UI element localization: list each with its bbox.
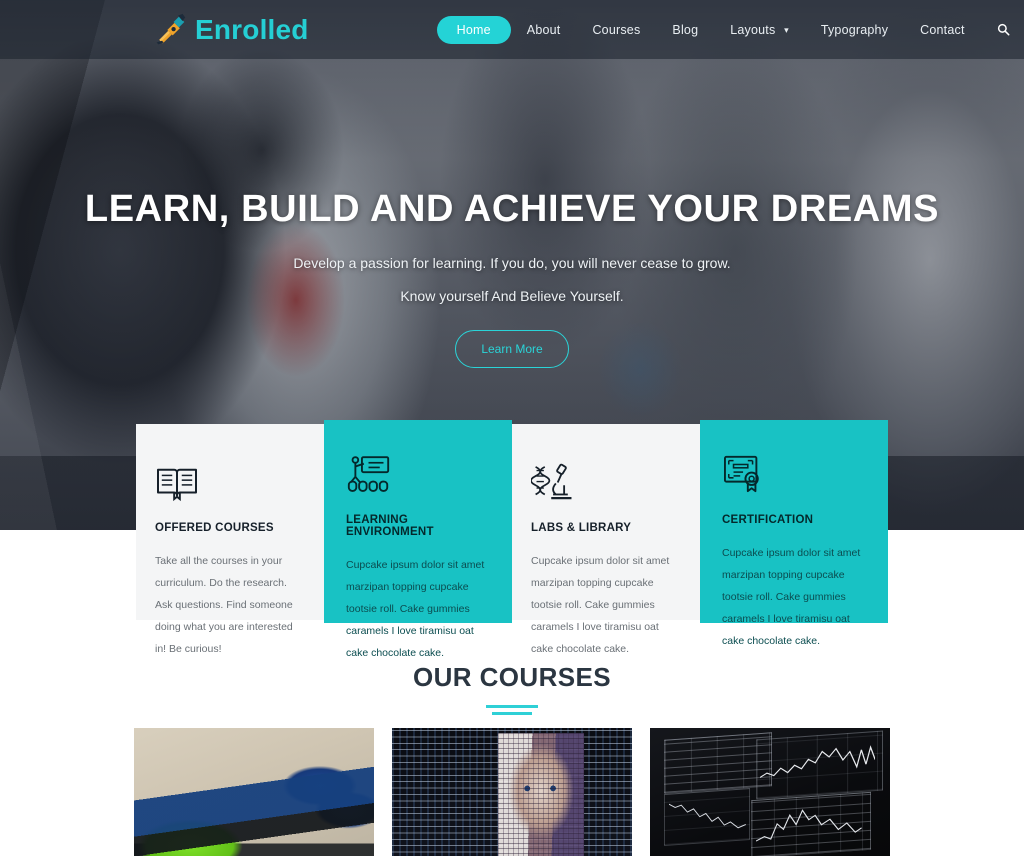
feature-card-text: Cupcake ipsum dolor sit amet marzipan to… [346,559,485,660]
page-root: Enrolled Home About Courses Blog Layouts… [0,0,1024,856]
feature-cards: OFFERED COURSES Take all the courses in … [136,420,889,659]
hero-subtitle-line-2: Know yourself And Believe Yourself. [400,288,624,304]
nav-label: Courses [592,22,641,37]
feature-card-text: Cupcake ipsum dolor sit amet marzipan to… [531,555,670,656]
feature-card-offered-courses[interactable]: OFFERED COURSES Take all the courses in … [136,424,324,655]
nav-item-blog[interactable]: Blog [656,16,714,44]
site-header: Enrolled Home About Courses Blog Layouts… [0,0,1024,59]
course-card[interactable] [392,728,632,856]
feature-card-title: OFFERED COURSES [155,522,274,534]
heading-underline [0,705,1024,715]
underline-bar-short [492,712,532,715]
nav-label: Blog [672,22,699,37]
open-book-icon [155,456,298,502]
nav-item-layouts[interactable]: Layouts ▾ [714,16,805,44]
chart-line-secondary [669,803,746,829]
nav-item-contact[interactable]: Contact [904,16,980,44]
microscope-dna-icon [531,456,674,502]
feature-card-text: Take all the courses in your curriculum.… [155,555,293,656]
brand-logo[interactable]: Enrolled [152,13,309,47]
learn-more-button[interactable]: Learn More [455,330,569,368]
chart-line-primary [760,744,876,778]
feature-card-title: CERTIFICATION [722,514,814,526]
nav-label: About [526,22,561,37]
underline-bar-long [486,705,538,708]
course-card[interactable] [650,728,890,856]
course-thumbnail-grid [134,728,890,856]
course-thumbnail-electronics [134,728,374,856]
feature-card-learning-environment[interactable]: LEARNING ENVIRONMENT Cupcake ipsum dolor… [324,420,512,659]
feature-card-labs-library[interactable]: LABS & LIBRARY Cupcake ipsum dolor sit a… [512,424,700,655]
chart-line-tertiary [755,809,862,842]
hero-subtitle-line-1: Develop a passion for learning. If you d… [293,255,731,271]
nav-item-about[interactable]: About [511,16,577,44]
course-thumbnail-charts [650,728,890,856]
hero-headline: LEARN, BUILD AND ACHIEVE YOUR DREAMS [84,188,940,230]
presentation-teacher-icon [346,448,486,494]
course-thumbnail-ai [392,728,632,856]
main-navigation: Home About Courses Blog Layouts ▾ Typogr… [436,15,1010,44]
nav-label: Home [456,22,491,37]
certificate-award-icon [722,448,862,494]
feature-card-certification[interactable]: CERTIFICATION Cupcake ipsum dolor sit am… [700,420,888,647]
nav-label: Typography [820,22,889,37]
nav-item-typography[interactable]: Typography [805,16,904,44]
our-courses-section: OUR COURSES [0,640,1024,856]
feature-card-title: LEARNING ENVIRONMENT [346,514,434,538]
feature-card-text: Cupcake ipsum dolor sit amet marzipan to… [722,547,861,648]
chevron-down-icon: ▾ [784,24,789,35]
brand-name: Enrolled [195,13,309,45]
section-heading: OUR COURSES [413,662,611,692]
course-card[interactable] [134,728,374,856]
search-icon[interactable] [997,23,1010,36]
pen-nib-icon [152,13,188,47]
nav-label: Layouts [730,22,776,37]
nav-item-courses[interactable]: Courses [576,16,656,44]
nav-item-home[interactable]: Home [436,15,511,44]
feature-card-title: LABS & LIBRARY [531,522,632,534]
nav-label: Contact [920,22,965,37]
